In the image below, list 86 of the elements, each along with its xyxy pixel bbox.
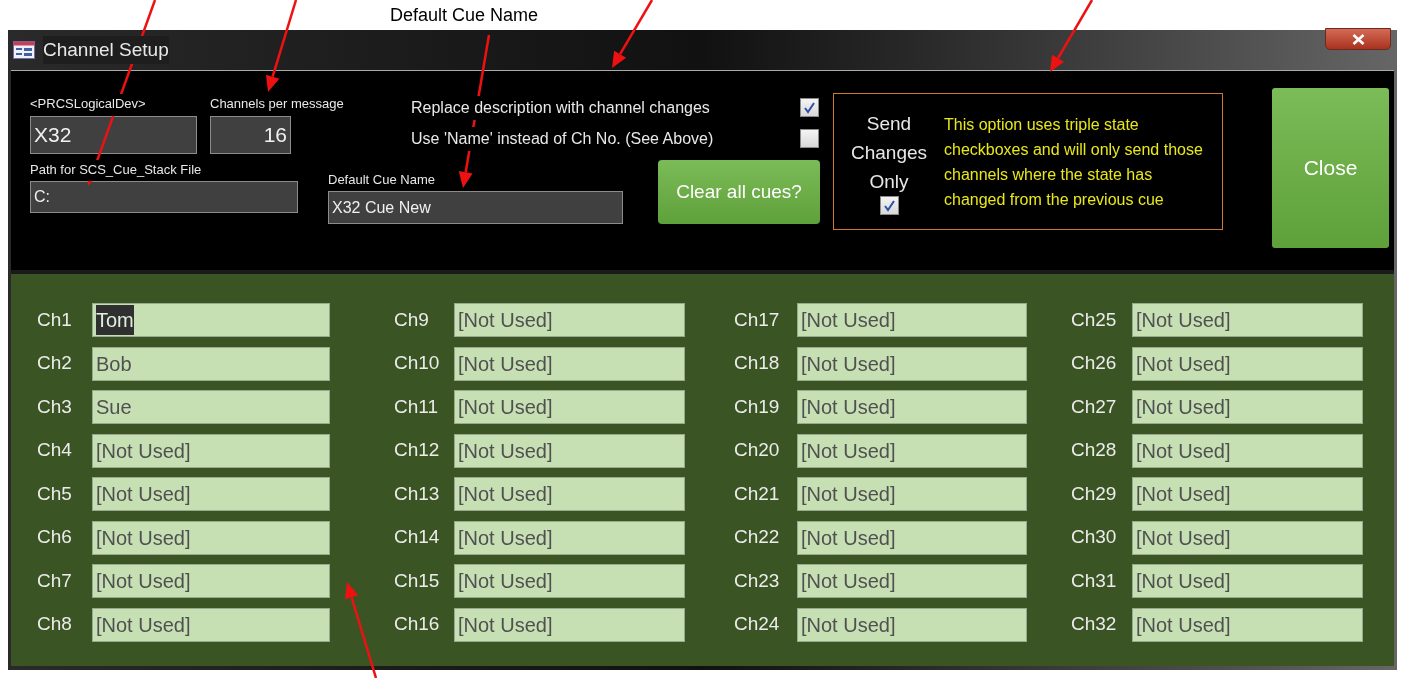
option-note: This option uses triple state checkboxes and will only send those channels where the state has changed from the previous cue — [944, 114, 1204, 210]
channel-name-field[interactable]: [Not Used] — [1132, 346, 1363, 381]
window-title: Channel Setup — [43, 35, 169, 65]
channel-label: Ch20 — [734, 438, 781, 463]
channel-label: Ch19 — [734, 394, 781, 419]
option-label: Replace description with channel changes — [411, 95, 710, 120]
channel-name-field[interactable]: [Not Used] — [797, 346, 1027, 381]
channel-label: Ch27 — [1071, 394, 1118, 419]
field-label: Path for SCS_Cue_Stack File — [30, 160, 202, 181]
channel-label: Ch26 — [1071, 351, 1118, 376]
channel-label: Ch4 — [37, 438, 73, 463]
checkmark-icon — [803, 101, 816, 114]
checkmark-icon — [882, 198, 896, 212]
channel-label: Ch11 — [394, 394, 439, 419]
channel-label: Ch31 — [1071, 568, 1118, 593]
channel-label: Ch2 — [37, 351, 73, 376]
channel-name-field[interactable]: [Not Used] — [797, 477, 1027, 511]
annotation-arrow — [1050, 0, 1094, 72]
channel-name-field[interactable]: [Not Used] — [797, 390, 1027, 424]
channel-label: Ch3 — [37, 394, 73, 419]
channel-name-field[interactable]: [Not Used] — [1132, 390, 1363, 424]
checkbox[interactable] — [800, 98, 819, 117]
channel-label: Ch8 — [37, 612, 73, 637]
channel-name-field[interactable]: [Not Used] — [797, 564, 1027, 598]
channels-per-message-field[interactable]: 16 — [210, 116, 291, 154]
channel-label: Ch9 — [394, 307, 430, 332]
channel-name-field[interactable]: [Not Used] — [1132, 433, 1363, 468]
annotation-caption: Default Cue Name — [390, 3, 539, 27]
channel-label: Ch13 — [394, 481, 441, 506]
form-icon — [13, 41, 35, 59]
channel-name-field[interactable]: Tom — [92, 303, 330, 337]
channel-label: Ch32 — [1071, 612, 1118, 637]
channel-label: Ch24 — [734, 612, 781, 637]
channel-name-field[interactable]: [Not Used] — [797, 433, 1027, 468]
channel-name-field[interactable]: Bob — [92, 346, 330, 381]
channel-label: Ch6 — [37, 525, 73, 550]
channel-name-field[interactable]: [Not Used] — [454, 303, 685, 337]
channel-label: Ch16 — [394, 612, 441, 637]
channel-name-field[interactable]: [Not Used] — [454, 564, 685, 598]
send-changes-label: Send Changes Only — [849, 111, 929, 194]
channel-label: Ch30 — [1071, 525, 1118, 550]
channel-name-field[interactable]: [Not Used] — [454, 433, 685, 468]
channel-name-field[interactable]: [Not Used] — [92, 520, 330, 555]
channel-label: Ch21 — [734, 481, 781, 506]
channel-label: Ch12 — [394, 438, 441, 463]
channel-name-field[interactable]: [Not Used] — [454, 477, 685, 511]
path-field[interactable]: C: — [30, 181, 298, 213]
channel-name-field[interactable]: [Not Used] — [92, 607, 330, 642]
channel-name-field[interactable]: [Not Used] — [92, 564, 330, 598]
close-window-button[interactable] — [1325, 28, 1391, 50]
channel-label: Ch22 — [734, 525, 781, 550]
channel-name-field[interactable]: [Not Used] — [454, 520, 685, 555]
device-field[interactable]: X32 — [30, 116, 197, 154]
channel-label: Ch10 — [394, 351, 441, 376]
annotation-arrow — [612, 0, 654, 68]
channel-label: Ch17 — [734, 307, 781, 332]
field-label: <PRCSLogicalDev> — [30, 94, 146, 116]
channel-label: Ch18 — [734, 351, 781, 376]
channel-name-field[interactable]: [Not Used] — [1132, 564, 1363, 598]
channel-name-field[interactable]: [Not Used] — [797, 607, 1027, 642]
channel-label: Ch5 — [37, 481, 73, 506]
channel-name-field[interactable]: [Not Used] — [797, 303, 1027, 337]
channel-label: Ch29 — [1071, 481, 1118, 506]
checkbox[interactable] — [800, 129, 819, 148]
channel-name-field[interactable]: [Not Used] — [454, 607, 685, 642]
channel-name-field[interactable]: [Not Used] — [454, 390, 685, 424]
channel-name-field[interactable]: [Not Used] — [797, 520, 1027, 555]
close-icon — [1351, 33, 1365, 45]
channel-name-field[interactable]: [Not Used] — [92, 433, 330, 468]
channel-label: Ch14 — [394, 525, 441, 550]
channel-name-field[interactable]: [Not Used] — [1132, 520, 1363, 555]
channel-label: Ch15 — [394, 568, 441, 593]
channel-name-field[interactable]: Sue — [92, 390, 330, 424]
channel-name-field[interactable]: [Not Used] — [454, 346, 685, 381]
channel-label: Ch7 — [37, 568, 73, 593]
channel-label: Ch25 — [1071, 307, 1118, 332]
channel-name-field[interactable]: [Not Used] — [1132, 607, 1363, 642]
option-label: Use 'Name' instead of Ch No. (See Above) — [411, 126, 714, 151]
default-cue-name-field[interactable]: X32 Cue New — [328, 191, 623, 224]
channel-label: Ch23 — [734, 568, 781, 593]
channel-name-field[interactable]: [Not Used] — [92, 477, 330, 511]
channel-name-field[interactable]: [Not Used] — [1132, 477, 1363, 511]
channel-name-field[interactable]: [Not Used] — [1132, 303, 1363, 337]
channel-label: Ch28 — [1071, 438, 1118, 463]
checkbox[interactable] — [879, 195, 899, 215]
channel-label: Ch1 — [37, 307, 73, 332]
